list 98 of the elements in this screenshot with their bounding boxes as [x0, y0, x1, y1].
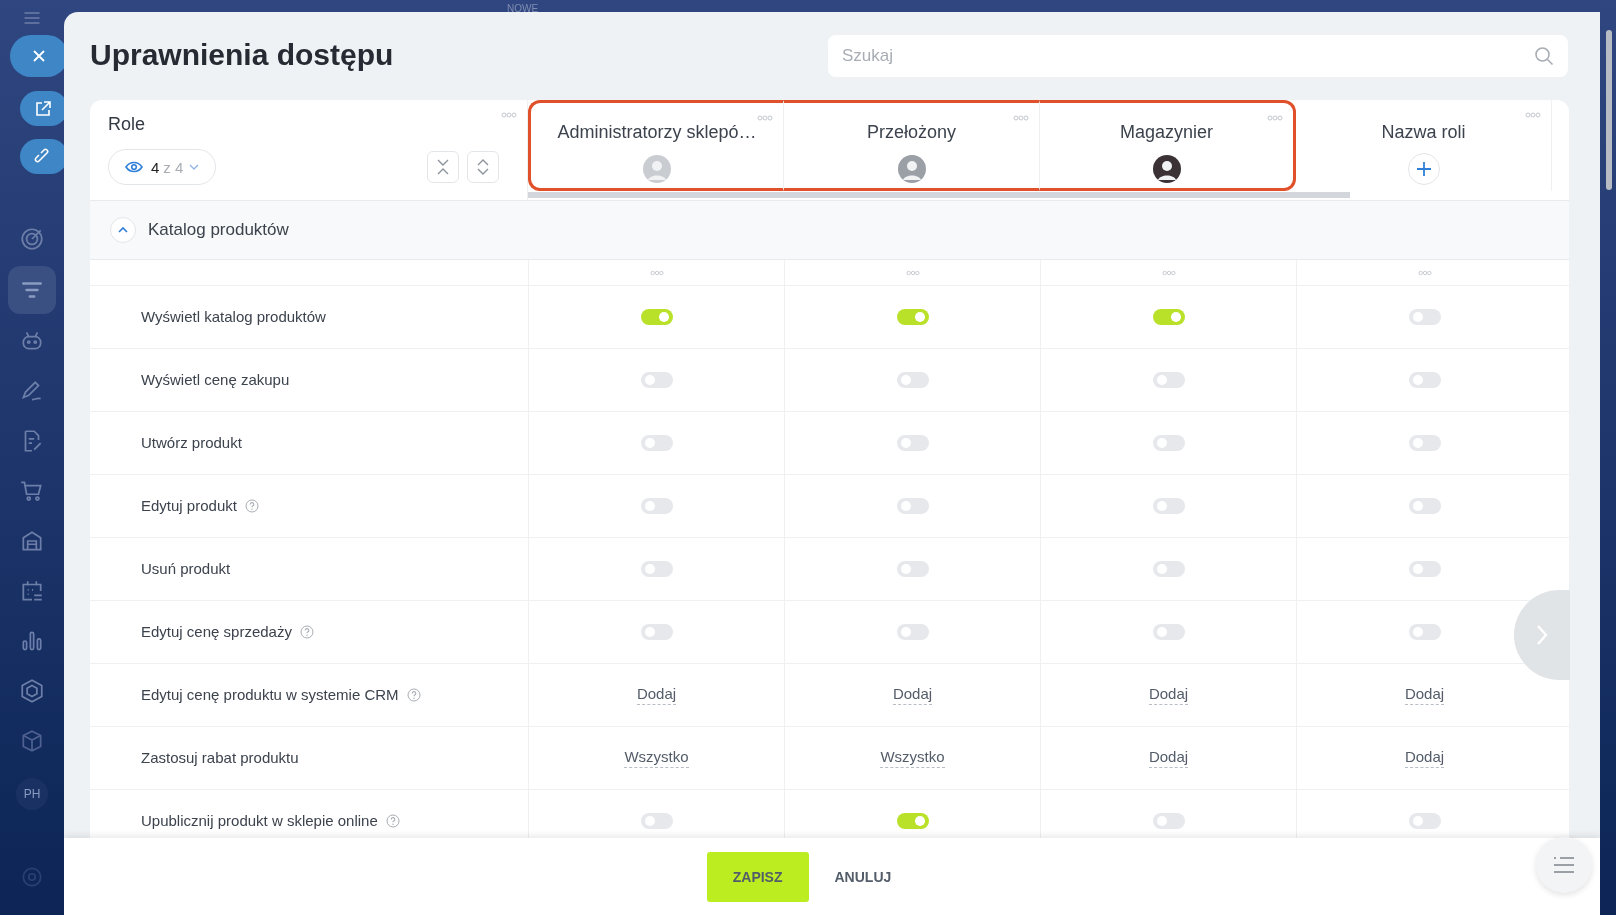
permission-toggle[interactable] — [640, 372, 673, 388]
permission-toggle[interactable] — [1152, 813, 1185, 829]
collapse-icon — [436, 158, 450, 176]
help-icon[interactable] — [244, 499, 259, 513]
permission-toggle[interactable] — [640, 561, 673, 577]
horizontal-scrollbar[interactable] — [528, 192, 1350, 198]
permission-toggle[interactable] — [896, 624, 929, 640]
permission-label: Edytuj produkt — [141, 497, 237, 515]
list-icon — [1552, 855, 1576, 875]
cancel-button[interactable]: ANULUJ — [828, 867, 898, 886]
more-icon[interactable] — [1267, 115, 1283, 121]
avatar-icon — [643, 155, 671, 183]
more-icon[interactable] — [1417, 269, 1432, 276]
permission-label: Utwórz produkt — [141, 434, 242, 452]
permission-toggle[interactable] — [1152, 498, 1185, 514]
search-icon[interactable] — [1534, 46, 1554, 66]
permission-toggle[interactable] — [640, 813, 673, 829]
permission-label: Zastosuj rabat produktu — [141, 749, 299, 767]
link-icon — [34, 147, 52, 166]
access-level-select[interactable]: Dodaj — [1148, 748, 1189, 768]
permission-toggle[interactable] — [1152, 624, 1185, 640]
close-icon — [31, 48, 47, 64]
save-button[interactable]: ZAPISZ — [706, 851, 809, 902]
permission-toggle[interactable] — [1152, 435, 1185, 451]
permission-label: Upublicznij produkt w sklepie online — [141, 812, 378, 830]
more-icon[interactable] — [501, 112, 517, 118]
role-name[interactable]: Przełożony — [866, 122, 956, 143]
more-icon[interactable] — [757, 115, 773, 121]
help-icon[interactable] — [299, 625, 314, 639]
permission-toggle[interactable] — [896, 813, 929, 829]
plus-icon — [1415, 161, 1432, 177]
permission-label: Wyświetl katalog produktów — [141, 308, 326, 326]
help-icon[interactable] — [406, 688, 421, 702]
external-link-icon — [34, 99, 52, 118]
section-toggle[interactable] — [110, 217, 136, 243]
section-title: Katalog produktów — [148, 220, 289, 240]
permission-label: Edytuj cenę produktu w systemie CRM — [141, 686, 399, 704]
permission-toggle[interactable] — [1408, 624, 1441, 640]
permission-toggle[interactable] — [1408, 498, 1441, 514]
vertical-scrollbar[interactable] — [1606, 30, 1612, 190]
permission-toggle[interactable] — [1408, 813, 1441, 829]
access-level-select[interactable]: Dodaj — [1404, 748, 1445, 768]
hexagon-icon[interactable] — [19, 678, 45, 704]
expand-icon — [476, 158, 490, 176]
search-field[interactable]: Szukaj — [828, 35, 1568, 77]
add-role-button[interactable] — [1407, 153, 1440, 185]
more-icon[interactable] — [1013, 115, 1029, 121]
more-icon[interactable] — [905, 269, 920, 276]
chevron-down-icon — [189, 164, 200, 170]
permission-label: Edytuj cenę sprzedaży — [141, 623, 292, 641]
permission-toggle[interactable] — [896, 498, 929, 514]
avatar-icon — [1152, 155, 1181, 183]
eye-icon — [125, 161, 143, 173]
role-name[interactable]: Nazwa roli — [1381, 122, 1466, 143]
cart-icon[interactable] — [19, 478, 45, 504]
permission-toggle[interactable] — [1152, 372, 1185, 388]
more-icon[interactable] — [1525, 112, 1541, 118]
chevron-icon — [117, 226, 129, 234]
permission-toggle[interactable] — [1408, 372, 1441, 388]
access-level-select[interactable]: Dodaj — [1404, 685, 1445, 705]
permission-toggle[interactable] — [1152, 309, 1185, 325]
visible-roles-dropdown[interactable]: 4 z 4 — [108, 149, 217, 185]
access-level-select[interactable]: Wszystko — [624, 748, 689, 768]
access-level-select[interactable]: Dodaj — [1148, 685, 1189, 705]
permission-toggle[interactable] — [896, 309, 929, 325]
chevron-right-icon — [1535, 623, 1549, 647]
access-level-select[interactable]: Wszystko — [880, 748, 945, 768]
permission-label: Usuń produkt — [141, 560, 231, 578]
permission-label: Wyświetl cenę zakupu — [141, 371, 290, 389]
access-level-select[interactable]: Dodaj — [892, 685, 933, 705]
permission-toggle[interactable] — [1152, 561, 1185, 577]
calendar-icon[interactable] — [19, 578, 45, 604]
box-icon[interactable] — [19, 728, 45, 754]
permission-toggle[interactable] — [896, 435, 929, 451]
permission-toggle[interactable] — [640, 624, 673, 640]
role-name[interactable]: Magazynier — [1119, 122, 1213, 143]
sidebar-active-item[interactable] — [8, 266, 56, 314]
user-initials[interactable]: PH — [16, 778, 48, 810]
permission-toggle[interactable] — [896, 561, 929, 577]
access-level-select[interactable]: Dodaj — [636, 685, 677, 705]
help-icon[interactable] — [385, 814, 400, 828]
top-label: NOWE — [507, 3, 539, 14]
roles-label: Role — [108, 114, 146, 134]
avatar-icon — [897, 155, 926, 183]
more-icon[interactable] — [1161, 269, 1176, 276]
permission-toggle[interactable] — [640, 435, 673, 451]
target-icon[interactable] — [19, 226, 45, 252]
expand-all-button[interactable] — [467, 151, 499, 183]
permission-toggle[interactable] — [640, 498, 673, 514]
collapse-all-button[interactable] — [427, 151, 459, 183]
role-name[interactable]: Administratorzy sklepó… — [557, 122, 757, 143]
permission-toggle[interactable] — [1408, 561, 1441, 577]
permission-toggle[interactable] — [1408, 309, 1441, 325]
page-title: Uprawnienia dostępu — [90, 38, 395, 73]
permission-toggle[interactable] — [640, 309, 673, 325]
permission-toggle[interactable] — [896, 372, 929, 388]
more-icon[interactable] — [649, 269, 664, 276]
permission-toggle[interactable] — [1408, 435, 1441, 451]
